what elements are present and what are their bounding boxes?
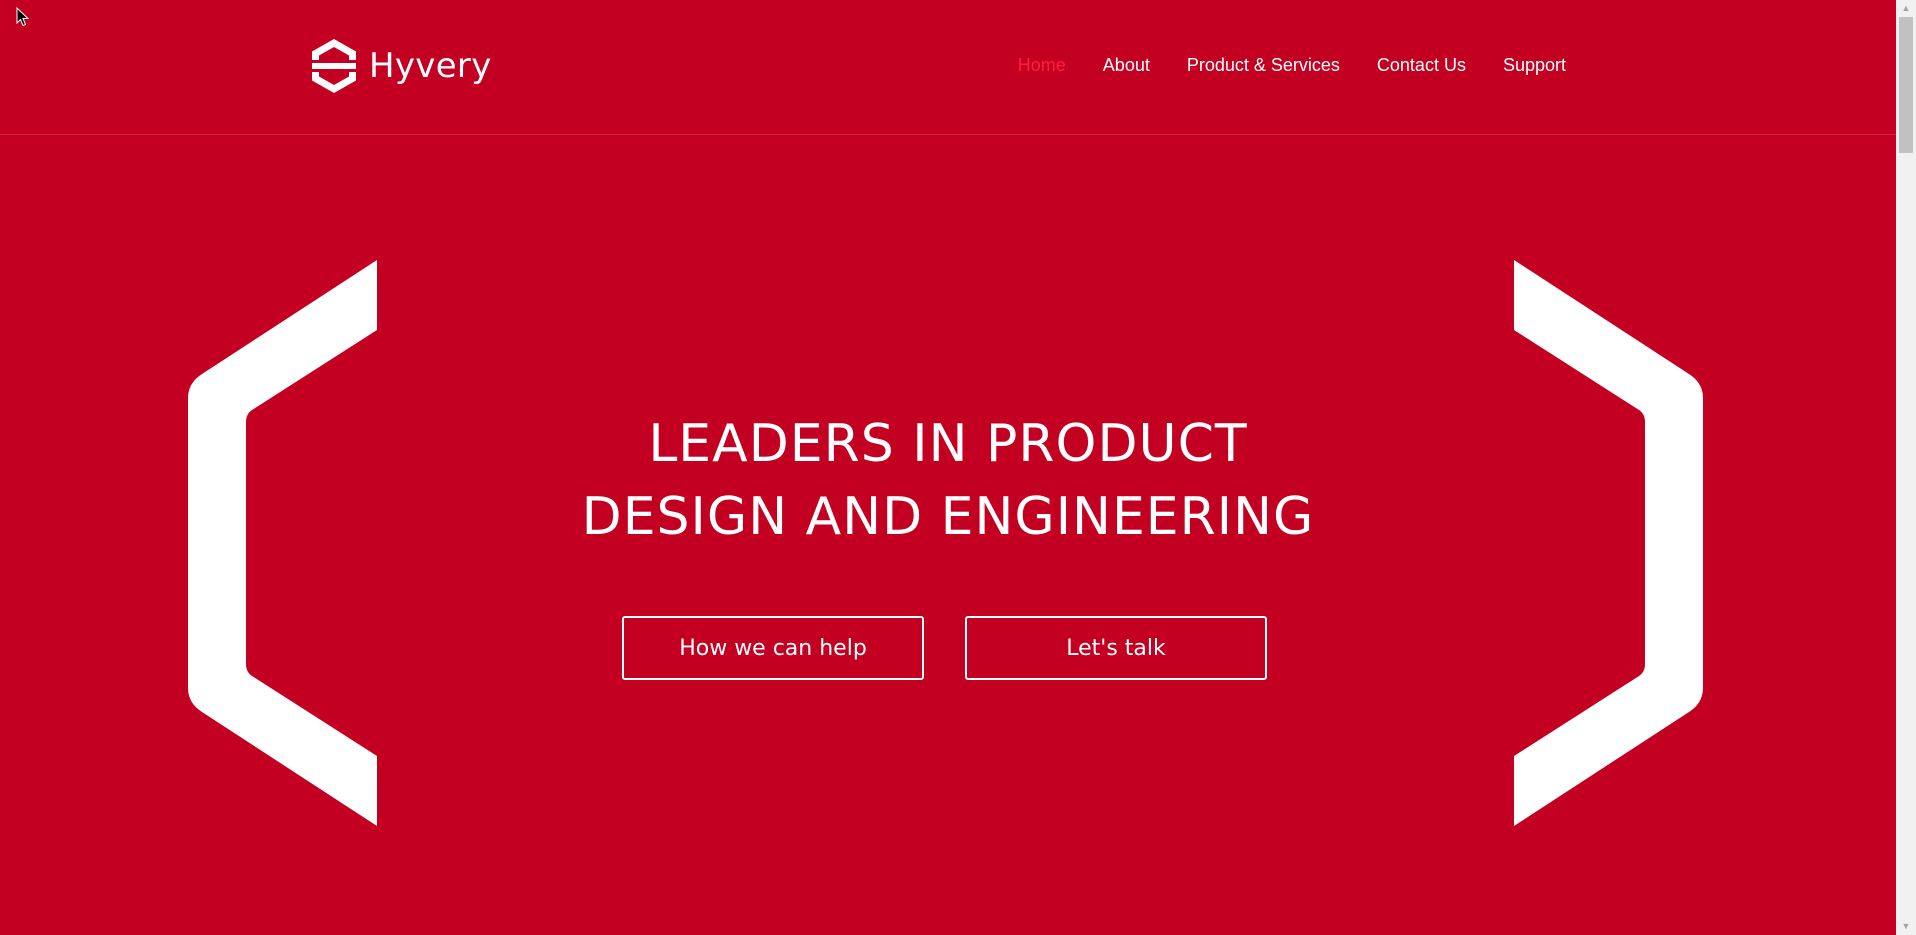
nav-item-about[interactable]: About	[1103, 53, 1150, 77]
scroll-down-arrow-icon[interactable]: ▼	[1896, 918, 1916, 935]
main-nav: Home About Product & Services Contact Us…	[1018, 53, 1566, 77]
page: Hyvery Home About Product & Services Con…	[0, 0, 1896, 935]
scroll-up-arrow-icon[interactable]: ▲	[1896, 0, 1916, 17]
nav-item-product-services[interactable]: Product & Services	[1187, 53, 1340, 77]
hero-title: LEADERS IN PRODUCT DESIGN AND ENGINEERIN…	[448, 408, 1448, 554]
hexagon-h-logo-icon	[308, 36, 360, 96]
mouse-cursor-icon	[16, 6, 30, 32]
scrollbar-thumb[interactable]	[1899, 17, 1913, 153]
nav-item-contact-us[interactable]: Contact Us	[1377, 53, 1466, 77]
vertical-scrollbar[interactable]: ▲ ▼	[1896, 0, 1916, 935]
left-bracket-shape-icon	[186, 260, 382, 831]
hero-title-line-2: DESIGN AND ENGINEERING	[581, 487, 1315, 547]
site-header: Hyvery Home About Product & Services Con…	[0, 0, 1896, 135]
nav-item-home[interactable]: Home	[1018, 53, 1066, 77]
nav-item-support[interactable]: Support	[1503, 53, 1566, 77]
right-bracket-shape-icon	[1514, 260, 1710, 831]
brand-name: Hyvery	[369, 46, 492, 86]
brand-logo-link[interactable]: Hyvery	[308, 36, 492, 96]
lets-talk-button[interactable]: Let's talk	[965, 616, 1267, 680]
how-we-can-help-button[interactable]: How we can help	[622, 616, 924, 680]
hero-title-line-1: LEADERS IN PRODUCT	[648, 414, 1248, 474]
